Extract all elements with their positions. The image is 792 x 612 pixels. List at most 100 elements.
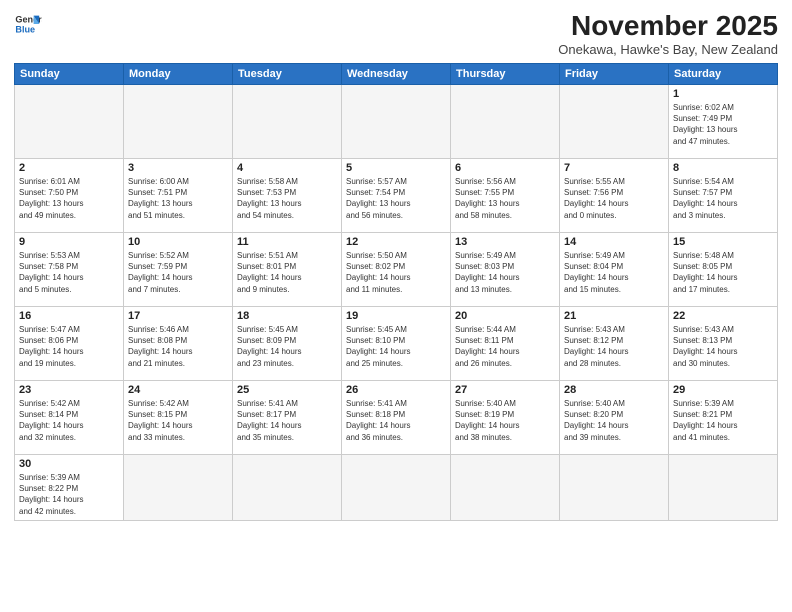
day-info: Sunrise: 6:01 AMSunset: 7:50 PMDaylight:… xyxy=(19,176,119,221)
table-row: 4 Sunrise: 5:58 AMSunset: 7:53 PMDaylight… xyxy=(233,159,342,233)
day-number: 4 xyxy=(237,162,337,174)
day-number: 26 xyxy=(346,384,446,396)
table-row: 5Sunrise: 5:57 AMSunset: 7:54 PMDaylight… xyxy=(342,159,451,233)
table-row xyxy=(233,455,342,521)
day-info: Sunrise: 5:49 AMSunset: 8:04 PMDaylight:… xyxy=(564,250,664,295)
header-wednesday: Wednesday xyxy=(342,64,451,85)
day-info: Sunrise: 5:53 AMSunset: 7:58 PMDaylight:… xyxy=(19,250,119,295)
day-number: 1 xyxy=(673,88,773,100)
main-title: November 2025 xyxy=(558,10,778,42)
table-row xyxy=(124,455,233,521)
table-row: 15Sunrise: 5:48 AMSunset: 8:05 PMDayligh… xyxy=(669,233,778,307)
subtitle: Onekawa, Hawke's Bay, New Zealand xyxy=(558,42,778,57)
table-row: 14 Sunrise: 5:49 AMSunset: 8:04 PMDayligh… xyxy=(560,233,669,307)
day-info: Sunrise: 5:56 AMSunset: 7:55 PMDaylight:… xyxy=(455,176,555,221)
day-number: 14 xyxy=(564,236,664,248)
day-info: Sunrise: 5:54 AMSunset: 7:57 PMDaylight:… xyxy=(673,176,773,221)
table-row xyxy=(451,85,560,159)
table-row: 10Sunrise: 5:52 AMSunset: 7:59 PMDayligh… xyxy=(124,233,233,307)
table-row: 20 Sunrise: 5:44 AMSunset: 8:11 PMDayligh… xyxy=(451,307,560,381)
table-row: 28Sunrise: 5:40 AMSunset: 8:20 PMDayligh… xyxy=(560,381,669,455)
table-row: 24Sunrise: 5:42 AMSunset: 8:15 PMDayligh… xyxy=(124,381,233,455)
day-info: Sunrise: 5:50 AMSunset: 8:02 PMDaylight:… xyxy=(346,250,446,295)
day-info: Sunrise: 5:44 AMSunset: 8:11 PMDaylight:… xyxy=(455,324,555,369)
table-row: 7 Sunrise: 5:55 AMSunset: 7:56 PMDaylight… xyxy=(560,159,669,233)
day-info: Sunrise: 5:58 AMSunset: 7:53 PMDaylight:… xyxy=(237,176,337,221)
header-thursday: Thursday xyxy=(451,64,560,85)
day-info: Sunrise: 5:39 AMSunset: 8:22 PMDaylight:… xyxy=(19,472,119,517)
header: General Blue November 2025 Onekawa, Hawk… xyxy=(14,10,778,57)
day-number: 13 xyxy=(455,236,555,248)
day-number: 2 xyxy=(19,162,119,174)
table-row xyxy=(560,85,669,159)
table-row xyxy=(669,455,778,521)
day-info: Sunrise: 5:45 AMSunset: 8:10 PMDaylight:… xyxy=(346,324,446,369)
table-row: 9Sunrise: 5:53 AMSunset: 7:58 PMDaylight… xyxy=(15,233,124,307)
table-row: 23 Sunrise: 5:42 AMSunset: 8:14 PMDayligh… xyxy=(15,381,124,455)
day-number: 7 xyxy=(564,162,664,174)
table-row: 8 Sunrise: 5:54 AMSunset: 7:57 PMDaylight… xyxy=(669,159,778,233)
day-info: Sunrise: 5:39 AMSunset: 8:21 PMDaylight:… xyxy=(673,398,773,443)
day-number: 25 xyxy=(237,384,337,396)
table-row: 6 Sunrise: 5:56 AMSunset: 7:55 PMDaylight… xyxy=(451,159,560,233)
logo-icon: General Blue xyxy=(14,10,42,38)
table-row: 13 Sunrise: 5:49 AMSunset: 8:03 PMDayligh… xyxy=(451,233,560,307)
table-row: 1 Sunrise: 6:02 AMSunset: 7:49 PMDaylight… xyxy=(669,85,778,159)
table-row xyxy=(451,455,560,521)
table-row: 12Sunrise: 5:50 AMSunset: 8:02 PMDayligh… xyxy=(342,233,451,307)
day-number: 20 xyxy=(455,310,555,322)
day-info: Sunrise: 5:47 AMSunset: 8:06 PMDaylight:… xyxy=(19,324,119,369)
day-number: 15 xyxy=(673,236,773,248)
header-monday: Monday xyxy=(124,64,233,85)
header-saturday: Saturday xyxy=(669,64,778,85)
table-row xyxy=(15,85,124,159)
day-number: 30 xyxy=(19,458,119,470)
day-number: 21 xyxy=(564,310,664,322)
table-row xyxy=(342,455,451,521)
table-row: 26 Sunrise: 5:41 AMSunset: 8:18 PMDayligh… xyxy=(342,381,451,455)
day-info: Sunrise: 5:46 AMSunset: 8:08 PMDaylight:… xyxy=(128,324,228,369)
header-sunday: Sunday xyxy=(15,64,124,85)
table-row: 19 Sunrise: 5:45 AMSunset: 8:10 PMDayligh… xyxy=(342,307,451,381)
table-row xyxy=(342,85,451,159)
table-row: 29 Sunrise: 5:39 AMSunset: 8:21 PMDayligh… xyxy=(669,381,778,455)
day-number: 10 xyxy=(128,236,228,248)
weekday-header-row: Sunday Monday Tuesday Wednesday Thursday… xyxy=(15,64,778,85)
day-info: Sunrise: 5:43 AMSunset: 8:13 PMDaylight:… xyxy=(673,324,773,369)
table-row: 27Sunrise: 5:40 AMSunset: 8:19 PMDayligh… xyxy=(451,381,560,455)
title-block: November 2025 Onekawa, Hawke's Bay, New … xyxy=(558,10,778,57)
table-row xyxy=(233,85,342,159)
day-number: 28 xyxy=(564,384,664,396)
table-row: 3Sunrise: 6:00 AMSunset: 7:51 PMDaylight… xyxy=(124,159,233,233)
table-row xyxy=(124,85,233,159)
day-info: Sunrise: 6:02 AMSunset: 7:49 PMDaylight:… xyxy=(673,102,773,147)
day-info: Sunrise: 5:41 AMSunset: 8:18 PMDaylight:… xyxy=(346,398,446,443)
svg-text:Blue: Blue xyxy=(15,24,35,34)
day-info: Sunrise: 5:43 AMSunset: 8:12 PMDaylight:… xyxy=(564,324,664,369)
table-row: 2 Sunrise: 6:01 AMSunset: 7:50 PMDaylight… xyxy=(15,159,124,233)
table-row: 18Sunrise: 5:45 AMSunset: 8:09 PMDayligh… xyxy=(233,307,342,381)
day-number: 6 xyxy=(455,162,555,174)
logo: General Blue xyxy=(14,10,42,38)
day-info: Sunrise: 5:42 AMSunset: 8:14 PMDaylight:… xyxy=(19,398,119,443)
day-number: 24 xyxy=(128,384,228,396)
table-row: 11Sunrise: 5:51 AMSunset: 8:01 PMDayligh… xyxy=(233,233,342,307)
day-number: 29 xyxy=(673,384,773,396)
day-info: Sunrise: 5:55 AMSunset: 7:56 PMDaylight:… xyxy=(564,176,664,221)
day-number: 19 xyxy=(346,310,446,322)
day-number: 17 xyxy=(128,310,228,322)
calendar-table: Sunday Monday Tuesday Wednesday Thursday… xyxy=(14,63,778,521)
day-info: Sunrise: 5:49 AMSunset: 8:03 PMDaylight:… xyxy=(455,250,555,295)
day-number: 8 xyxy=(673,162,773,174)
table-row: 22 Sunrise: 5:43 AMSunset: 8:13 PMDayligh… xyxy=(669,307,778,381)
day-number: 22 xyxy=(673,310,773,322)
day-number: 18 xyxy=(237,310,337,322)
day-number: 5 xyxy=(346,162,446,174)
day-number: 23 xyxy=(19,384,119,396)
day-number: 3 xyxy=(128,162,228,174)
table-row: 17 Sunrise: 5:46 AMSunset: 8:08 PMDayligh… xyxy=(124,307,233,381)
header-friday: Friday xyxy=(560,64,669,85)
day-number: 27 xyxy=(455,384,555,396)
table-row: 21 Sunrise: 5:43 AMSunset: 8:12 PMDayligh… xyxy=(560,307,669,381)
day-number: 16 xyxy=(19,310,119,322)
